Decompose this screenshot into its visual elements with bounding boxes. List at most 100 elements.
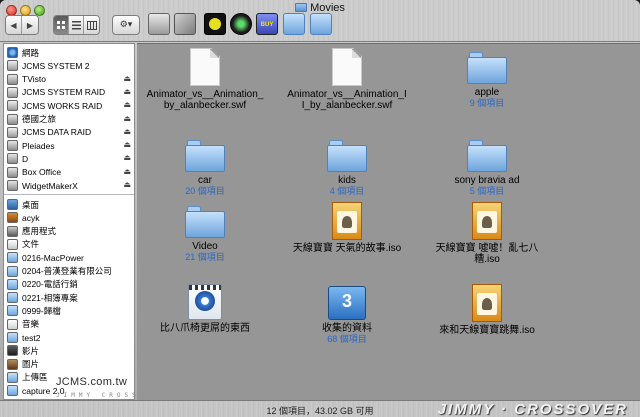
toolbar-app-icon[interactable] bbox=[204, 13, 226, 35]
sidebar-item[interactable]: 0216-MacPower bbox=[7, 251, 133, 264]
disk-image-icon bbox=[472, 202, 502, 240]
list-view-icon bbox=[71, 20, 81, 29]
documents-icon bbox=[7, 238, 18, 250]
file-item[interactable]: 天線寶寶 天氣的故事.iso bbox=[277, 202, 417, 254]
harddisk-icon bbox=[7, 60, 18, 72]
list-view-button[interactable] bbox=[69, 16, 84, 34]
file-item[interactable]: Video 21 個項目 bbox=[137, 202, 275, 262]
sidebar-item[interactable]: acyk bbox=[7, 211, 133, 224]
toolbar-radar-icon[interactable] bbox=[230, 13, 252, 35]
eject-icon[interactable]: ⏏ bbox=[123, 180, 131, 189]
sidebar-item[interactable]: 0204-普漢登業有限公司 bbox=[7, 265, 133, 278]
eject-icon[interactable]: ⏏ bbox=[123, 114, 131, 123]
sidebar-item[interactable]: JCMS SYSTEM RAID ⏏ bbox=[7, 86, 133, 99]
file-name: 天線寶寶 噓噓！亂七八 bbox=[435, 243, 539, 254]
file-item[interactable]: Animator_vs__Animation_I I_by_alanbecker.… bbox=[277, 48, 417, 111]
file-item[interactable]: 比八爪椅更屌的東西 bbox=[137, 284, 275, 334]
sidebar-item-label: WidgetMakerX bbox=[22, 180, 78, 191]
column-view-button[interactable] bbox=[84, 16, 99, 34]
file-item[interactable]: sony bravia ad 5 個項目 bbox=[417, 136, 557, 196]
sidebar-item[interactable]: 音樂 bbox=[7, 318, 133, 331]
sidebar-item-label: TVisto bbox=[22, 74, 46, 85]
file-name: 糟.iso bbox=[474, 254, 500, 265]
disk-icon bbox=[7, 73, 18, 85]
sidebar-item[interactable]: 0220-電話行銷 bbox=[7, 278, 133, 291]
desktop-icon bbox=[7, 199, 18, 210]
sidebar-item[interactable]: WidgetMakerX ⏏ bbox=[7, 179, 133, 192]
file-name: sony bravia ad bbox=[454, 175, 520, 186]
finder-window: Movies ◀ ▶ ⚙▾ BUY 網路 JCMS SYSTEM 2 TVist… bbox=[0, 0, 640, 417]
eject-icon[interactable]: ⏏ bbox=[123, 74, 131, 83]
file-name: by_alanbecker.swf bbox=[163, 100, 247, 111]
toolbar-folder-icon[interactable] bbox=[283, 13, 305, 35]
sidebar-item[interactable]: JCMS DATA RAID ⏏ bbox=[7, 126, 133, 139]
toolbar-folder-icon[interactable] bbox=[310, 13, 332, 35]
sidebar-item[interactable]: Pleiades ⏏ bbox=[7, 139, 133, 152]
back-forward-control: ◀ ▶ bbox=[5, 15, 39, 35]
sidebar-item[interactable]: JCMS WORKS RAID ⏏ bbox=[7, 99, 133, 112]
sidebar-item[interactable]: 影片 bbox=[7, 344, 133, 357]
sidebar-item-label: Box Office bbox=[22, 167, 62, 178]
sidebar-item[interactable]: 應用程式 bbox=[7, 225, 133, 238]
back-button[interactable]: ◀ bbox=[6, 16, 22, 34]
sidebar-item-label: Pleiades bbox=[22, 140, 55, 151]
watermark-text: JCMS.com.tw bbox=[56, 376, 128, 388]
item-count: 9 個項目 bbox=[469, 98, 505, 108]
action-menu-button[interactable]: ⚙▾ bbox=[112, 15, 140, 35]
file-item[interactable]: apple 9 個項目 bbox=[417, 48, 557, 108]
disk-icon bbox=[7, 180, 18, 191]
icon-view-button[interactable] bbox=[54, 16, 69, 34]
file-item[interactable]: 3 收集的資料 68 個項目 bbox=[277, 284, 417, 344]
movies-icon bbox=[7, 345, 18, 357]
sidebar-item[interactable]: 0999-歸檔 bbox=[7, 304, 133, 317]
folder-icon bbox=[327, 138, 367, 172]
folder-icon bbox=[7, 292, 18, 304]
sidebar-item[interactable]: 圖片 bbox=[7, 358, 133, 371]
sidebar-item[interactable]: 0221-相簿專案 bbox=[7, 291, 133, 304]
disk-icon bbox=[7, 140, 18, 152]
eject-icon[interactable]: ⏏ bbox=[123, 167, 131, 176]
eject-icon[interactable]: ⏏ bbox=[123, 127, 131, 136]
sidebar-item[interactable]: 網路 bbox=[7, 46, 133, 59]
icon-view-icon bbox=[56, 20, 65, 29]
eject-icon[interactable]: ⏏ bbox=[123, 140, 131, 149]
file-item[interactable]: Animator_vs__Animation_ by_alanbecker.swf bbox=[137, 48, 275, 111]
file-item[interactable]: car 20 個項目 bbox=[137, 136, 275, 196]
toolbar-tools-icon[interactable] bbox=[174, 13, 196, 35]
document-icon bbox=[332, 48, 362, 86]
sidebar-item-label: 應用程式 bbox=[22, 226, 57, 237]
file-name: kids bbox=[338, 175, 356, 186]
toolbar-utility-icon[interactable] bbox=[148, 13, 170, 35]
disk-icon bbox=[7, 113, 18, 125]
item-count: 20 個項目 bbox=[185, 186, 225, 196]
sidebar-item[interactable]: JCMS SYSTEM 2 bbox=[7, 59, 133, 72]
file-item[interactable]: kids 4 個項目 bbox=[277, 136, 417, 196]
sidebar-item-label: acyk bbox=[22, 212, 40, 223]
sidebar-item[interactable]: TVisto ⏏ bbox=[7, 73, 133, 86]
toolbar-buy-icon[interactable]: BUY bbox=[256, 13, 278, 35]
sidebar-item[interactable]: 文件 bbox=[7, 238, 133, 251]
sidebar-item-label: JCMS SYSTEM 2 bbox=[22, 60, 90, 71]
sidebar-item[interactable]: Box Office ⏏ bbox=[7, 166, 133, 179]
sidebar-item[interactable]: D ⏏ bbox=[7, 152, 133, 165]
file-item[interactable]: 來和天線寶寶跳舞.iso bbox=[417, 284, 557, 336]
disk-image-icon bbox=[472, 284, 502, 322]
sidebar-item[interactable]: test2 bbox=[7, 331, 133, 344]
item-count: 68 個項目 bbox=[327, 334, 367, 344]
file-name: 天線寶寶 天氣的故事.iso bbox=[292, 243, 402, 254]
disk-icon bbox=[7, 166, 18, 178]
eject-icon[interactable]: ⏏ bbox=[123, 87, 131, 96]
forward-button[interactable]: ▶ bbox=[22, 16, 38, 34]
file-item[interactable]: 天線寶寶 噓噓！亂七八 糟.iso bbox=[417, 202, 557, 265]
sidebar-item[interactable]: 德國之旅 ⏏ bbox=[7, 113, 133, 126]
sidebar-item-label: 上傳區 bbox=[22, 372, 48, 383]
sidebar-item[interactable]: 桌面 bbox=[7, 198, 133, 211]
folder-icon bbox=[7, 305, 18, 317]
music-icon bbox=[7, 318, 18, 330]
eject-icon[interactable]: ⏏ bbox=[123, 153, 131, 162]
movie-icon bbox=[188, 284, 222, 320]
folder-icon bbox=[7, 265, 18, 277]
eject-icon[interactable]: ⏏ bbox=[123, 100, 131, 109]
folder-icon bbox=[7, 252, 18, 264]
folder-icon bbox=[7, 332, 18, 343]
